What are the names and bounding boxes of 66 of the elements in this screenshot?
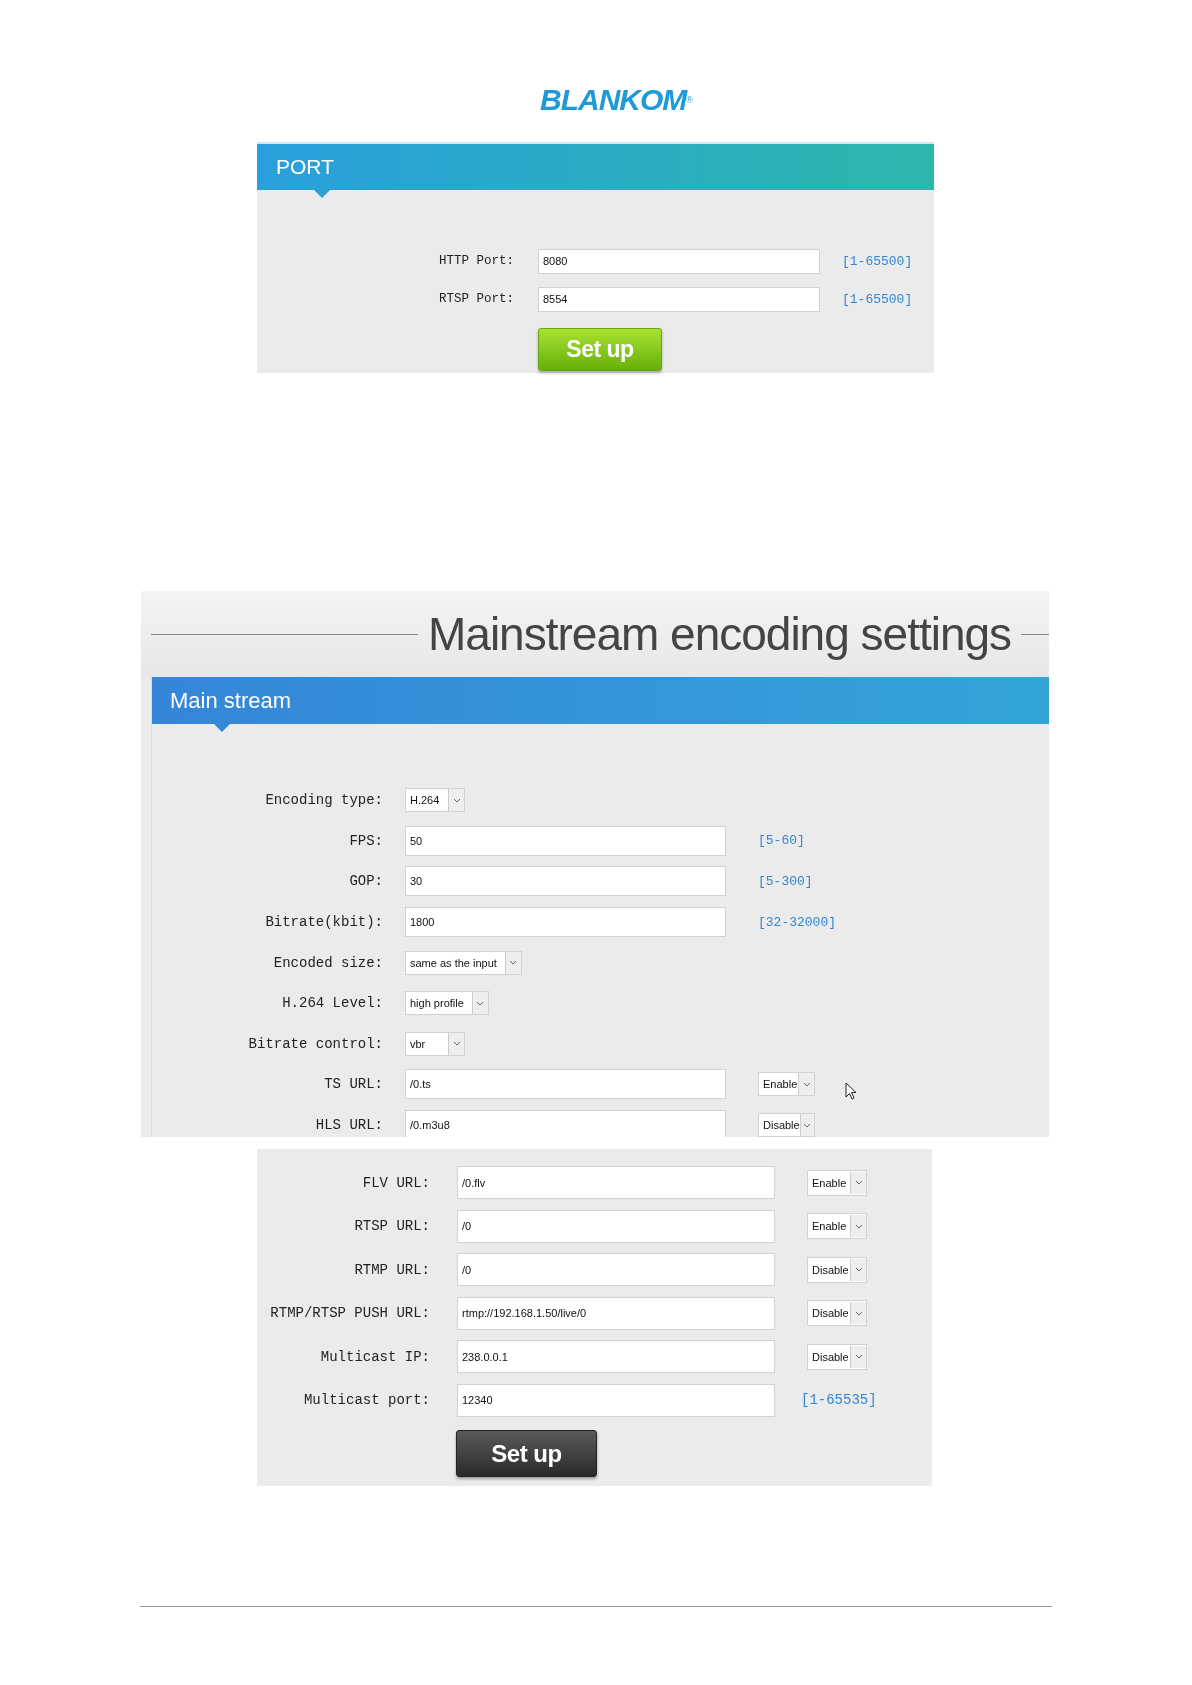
caret-icon	[854, 1180, 863, 1186]
input-field[interactable]: /0	[457, 1209, 775, 1243]
input-field[interactable]: /0	[457, 1253, 775, 1287]
caret-icon	[854, 1267, 863, 1273]
dropdown[interactable]: H.264	[405, 788, 465, 813]
field-label: HTTP Port:	[438, 254, 514, 268]
dropdown[interactable]: Enable	[758, 1072, 815, 1097]
caret-icon	[509, 960, 518, 966]
field-label: RTMP/RTSP PUSH URL:	[269, 1305, 430, 1322]
caret-icon	[802, 1081, 811, 1087]
field-label: H.264 Level:	[281, 995, 383, 1012]
input-field[interactable]: 238.0.0.1	[457, 1340, 775, 1374]
dropdown[interactable]: high profile	[405, 991, 489, 1016]
field-label: GOP:	[348, 873, 383, 890]
field-label: Multicast port:	[302, 1392, 430, 1409]
range-hint: [5-300]	[758, 874, 813, 889]
caret-icon	[854, 1310, 863, 1316]
input-field[interactable]: 30	[405, 866, 726, 897]
pointer-icon	[314, 190, 330, 198]
field-label: Encoding type:	[264, 792, 383, 809]
input-field[interactable]: 12340	[457, 1383, 775, 1417]
caret-icon	[452, 1041, 461, 1047]
field-label: FPS:	[348, 832, 383, 849]
input-field[interactable]: rtmp://192.168.1.50/live/0	[457, 1296, 775, 1330]
caret-icon	[803, 1122, 812, 1128]
dropdown[interactable]: Enable	[807, 1169, 867, 1196]
page-heading: Mainstream encoding settings	[428, 607, 1012, 661]
caret-icon	[854, 1354, 863, 1360]
input-field[interactable]: /0.flv	[457, 1166, 775, 1200]
field-label: Encoded size:	[272, 954, 383, 971]
input-field[interactable]: /0.ts	[405, 1069, 726, 1100]
field-label: Bitrate control:	[247, 1035, 383, 1052]
field-label: RTSP URL:	[353, 1218, 430, 1235]
range-hint: [32-32000]	[758, 914, 836, 930]
caret-icon	[854, 1223, 863, 1229]
input-field[interactable]: 8554	[538, 286, 820, 312]
dropdown[interactable]: Disable	[807, 1343, 867, 1370]
field-label: Multicast IP:	[319, 1348, 430, 1365]
caret-icon	[476, 1000, 485, 1006]
range-hint: [1-65500]	[842, 291, 914, 307]
panel-title: PORT	[276, 155, 334, 179]
dropdown[interactable]: Disable	[758, 1113, 815, 1137]
range-hint: [1-65535]	[801, 1392, 877, 1409]
pointer-icon	[214, 724, 230, 732]
input-field[interactable]: 50	[405, 825, 726, 856]
dropdown[interactable]: same as the input	[405, 950, 522, 975]
input-field[interactable]: 1800	[405, 907, 726, 938]
dropdown[interactable]: Disable	[807, 1256, 867, 1283]
logo: BLANKOM$^{®}$	[539, 82, 692, 118]
field-label: RTSP Port:	[438, 292, 514, 306]
caret-icon	[452, 797, 461, 803]
field-label: TS URL:	[323, 1076, 383, 1093]
field-label: RTMP URL:	[353, 1261, 430, 1278]
dropdown[interactable]: Enable	[807, 1213, 867, 1240]
input-field[interactable]: 8080	[538, 248, 820, 274]
dropdown[interactable]: vbr	[405, 1031, 465, 1056]
field-label: HLS URL:	[314, 1117, 383, 1134]
range-hint: [5-60]	[758, 833, 805, 849]
range-hint: [1-65500]	[842, 253, 914, 269]
panel-title: Main stream	[170, 687, 292, 714]
dropdown[interactable]: Disable	[807, 1300, 867, 1327]
field-label: Bitrate(kbit):	[264, 914, 383, 931]
input-field[interactable]: /0.m3u8	[405, 1110, 726, 1137]
setup-button[interactable]: Set up	[456, 1430, 597, 1477]
cursor-icon	[845, 1082, 857, 1100]
field-label: FLV URL:	[361, 1174, 430, 1191]
